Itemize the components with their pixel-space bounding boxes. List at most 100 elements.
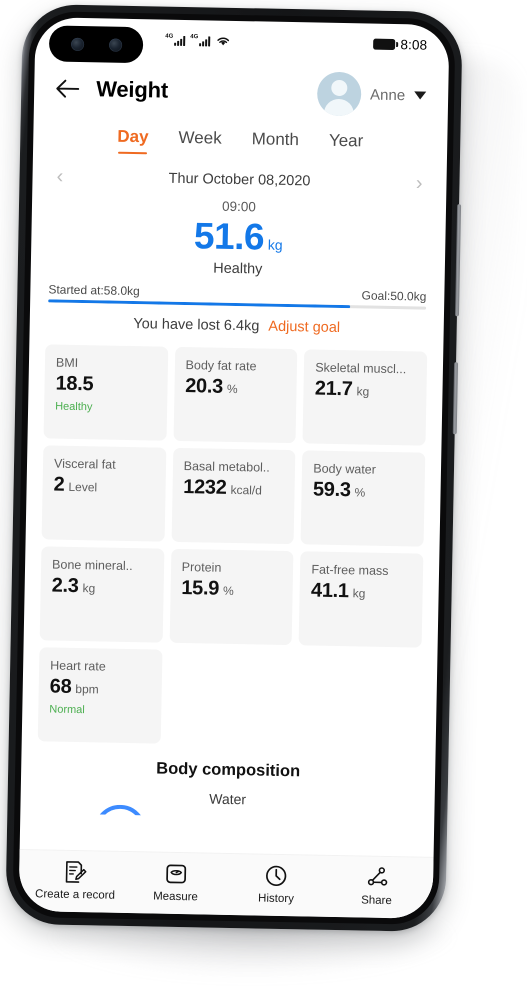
metric-label: Basal metabol.. [183,459,270,475]
metric-label: Protein [181,560,222,575]
device-bezel: 4G 4G 8:08 Weight Anne Day Week Month Ye… [12,10,456,926]
nav-item-create-a-record[interactable]: Create a record [25,858,126,902]
metric-value-row: 18.5 [55,373,157,398]
status-clock: 8:08 [400,36,428,53]
metric-value-row: 15.9 % [181,577,283,602]
user-profile-chip[interactable]: Anne [316,71,427,118]
screenshot-stage: 4G 4G 8:08 Weight Anne Day Week Month Ye… [0,0,527,992]
metric-value-row: 1232 kcal/d [183,476,285,501]
metric-value: 21.7 [314,377,353,401]
metric-value-row: 2.3 kg [51,575,153,600]
metric-value: 59.3 [312,478,351,502]
weight-reading: 51.6 kg [31,212,446,262]
metric-value: 18.5 [55,372,94,396]
share-nodes-icon [367,866,388,886]
wifi-icon [217,37,230,46]
metric-label: Body fat rate [185,358,257,374]
metric-status-badge: Healthy [55,400,93,414]
phone-screen: 4G 4G 8:08 Weight Anne Day Week Month Ye… [18,17,450,919]
status-right-group: 8:08 [373,36,427,52]
metric-value: 2 [53,473,65,496]
metric-label: BMI [55,355,79,370]
body-composition-section: Body composition Water [21,757,436,811]
metric-value-row: 41.1 kg [311,580,413,605]
metric-card-heart-rate[interactable]: Heart rate 68 bpm Normal [37,647,163,744]
metric-card-skeletal-muscle[interactable]: Skeletal muscl... 21.7 kg [302,349,428,446]
nav-label: History [257,892,294,905]
signal-bars-icon [199,35,211,47]
metric-value-row: 20.3 % [185,375,287,400]
nav-item-measure[interactable]: Measure [125,859,226,903]
metric-label: Skeletal muscl... [315,360,407,377]
tab-week[interactable]: Week [178,128,222,156]
grid-placeholder [167,650,291,746]
signal-1: 4G [165,33,186,46]
goal-progress: Started at:58.0kg Goal:50.0kg You have l… [30,273,445,338]
network-type-label: 4G [165,33,174,40]
composition-donut-chart [94,804,146,815]
metric-value-row: 2 Level [53,474,155,499]
weight-lost-label: You have lost 6.4kg [133,316,260,335]
clock-icon [266,865,287,886]
metric-unit: Level [68,479,98,495]
metric-label: Body water [313,461,376,477]
metric-unit: % [354,485,366,500]
user-name-label: Anne [369,86,406,104]
date-navigator: ‹ Thur October 08,2020 › [32,152,447,195]
metric-card-bmi[interactable]: BMI 18.5 Healthy [43,344,168,441]
nav-item-history[interactable]: History [226,861,327,905]
metric-value-row: 59.3 % [313,479,415,504]
nav-label: Measure [153,890,199,903]
tab-day[interactable]: Day [117,127,149,155]
metric-value: 20.3 [185,375,224,398]
weight-unit: kg [267,236,283,253]
grid-placeholder [297,652,421,748]
metric-unit: % [226,381,238,397]
chevron-down-icon[interactable] [414,91,427,100]
record-note-icon [65,860,87,883]
metric-unit: kg [356,384,370,399]
metric-label: Heart rate [50,658,106,674]
metric-unit: % [222,583,234,599]
back-arrow-icon[interactable] [54,77,80,99]
status-signal-group: 4G 4G [165,34,231,47]
next-day-button[interactable]: › [416,172,423,194]
metric-unit: kg [352,586,366,601]
adjust-goal-button[interactable]: Adjust goal [268,319,340,336]
nav-label: Create a record [34,887,116,902]
metric-card-protein[interactable]: Protein 15.9 % [169,548,294,646]
tab-month[interactable]: Month [251,129,300,157]
metric-label: Visceral fat [53,456,116,472]
metric-unit: kg [82,581,96,596]
bottom-nav-bar: Create a record Measure History Share [18,848,434,919]
metric-unit: bpm [75,681,99,697]
metric-value-row: 21.7 kg [315,378,417,403]
metric-value-row: 68 bpm [50,676,152,701]
metric-value: 68 [49,675,72,698]
avatar[interactable] [316,71,362,117]
tab-year[interactable]: Year [329,131,364,159]
nav-label: Share [361,894,392,907]
metrics-grid: BMI 18.5 Healthy Body fat rate 20.3 % Sk… [22,330,444,749]
metric-card-bone-mineral[interactable]: Bone mineral.. 2.3 kg [39,546,165,643]
nav-item-share[interactable]: Share [326,863,427,907]
network-type-label: 4G [190,34,199,41]
page-title: Weight [96,76,169,103]
metric-card-fat-free-mass[interactable]: Fat-free mass 41.1 kg [298,551,424,648]
metric-card-body-water[interactable]: Body water 59.3 % [300,450,426,547]
metric-value: 41.1 [310,579,349,603]
prev-day-button[interactable]: ‹ [56,166,63,188]
start-weight-label: Started at:58.0kg [48,282,140,299]
metric-card-visceral-fat[interactable]: Visceral fat 2 Level [41,445,167,542]
metric-unit: kcal/d [230,482,263,498]
camera-lens-icon [108,38,122,52]
signal-2: 4G [190,34,211,47]
battery-icon [373,38,396,50]
metric-card-body-fat-rate[interactable]: Body fat rate 20.3 % [173,346,298,444]
metric-status-badge: Normal [49,703,85,717]
goal-weight-label: Goal:50.0kg [361,288,427,304]
metric-card-basal-metabolism[interactable]: Basal metabol.. 1232 kcal/d [171,447,296,545]
body-composition-title: Body composition [156,759,301,781]
metric-value: 2.3 [51,574,79,598]
metric-value: 15.9 [181,577,220,600]
